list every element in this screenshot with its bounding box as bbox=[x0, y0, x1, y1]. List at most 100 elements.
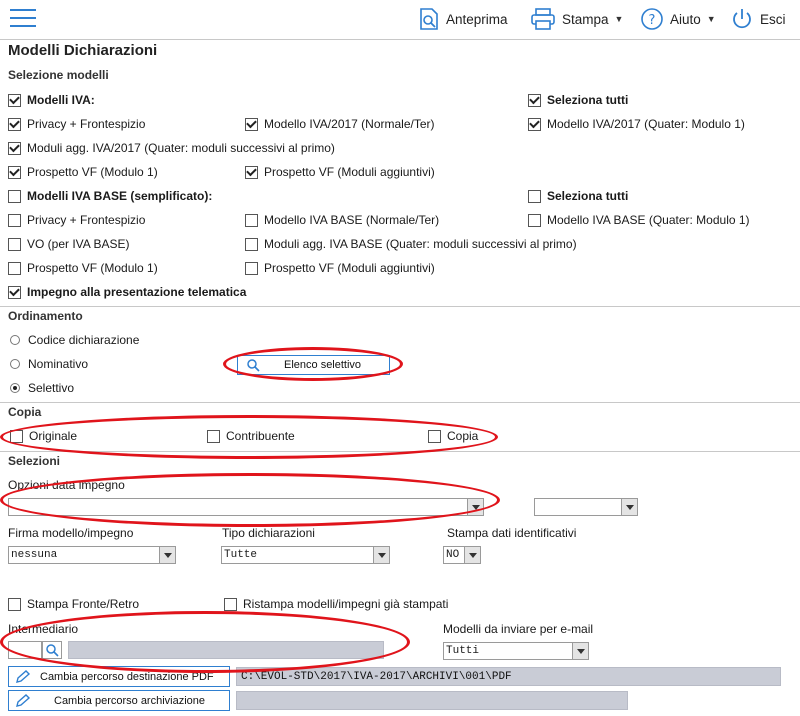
checkbox-label: Copia bbox=[447, 429, 479, 443]
opzioni-data-impegno-select[interactable] bbox=[8, 498, 484, 516]
moduli-agg-iva-checkbox[interactable]: Moduli agg. IVA/2017 (Quater: moduli suc… bbox=[8, 141, 335, 155]
modello-iva-normale-checkbox[interactable]: Modello IVA/2017 (Normale/Ter) bbox=[245, 117, 435, 131]
modelli-iva-label: Modelli IVA: bbox=[27, 93, 95, 107]
modelli-email-label: Modelli da inviare per e-mail bbox=[443, 622, 594, 636]
divider bbox=[0, 402, 800, 403]
base-prospetto-vf-aggiuntivi-checkbox[interactable]: Prospetto VF (Moduli aggiuntivi) bbox=[245, 261, 435, 275]
prospetto-vf-aggiuntivi-checkbox[interactable]: Prospetto VF (Moduli aggiuntivi) bbox=[245, 165, 435, 179]
svg-text:?: ? bbox=[649, 13, 656, 28]
prospetto-vf-modulo1-checkbox[interactable]: Prospetto VF (Modulo 1) bbox=[8, 165, 158, 179]
selezioni-label: Selezioni bbox=[8, 454, 61, 468]
radio-codice-dichiarazione[interactable]: Codice dichiarazione bbox=[10, 333, 139, 347]
cambia-percorso-pdf-label: Cambia percorso destinazione PDF bbox=[40, 670, 214, 683]
firma-modello-select[interactable]: nessuna bbox=[8, 546, 176, 564]
cambia-percorso-pdf-button[interactable]: Cambia percorso destinazione PDF bbox=[8, 666, 230, 687]
help-icon: ? bbox=[641, 8, 663, 30]
select-value: NO bbox=[446, 549, 460, 561]
menu-icon[interactable] bbox=[10, 9, 36, 29]
modelli-email-select[interactable]: Tutti bbox=[443, 642, 589, 660]
pencil-icon bbox=[16, 693, 31, 707]
intermediario-code-input[interactable] bbox=[8, 641, 42, 659]
copia-originale-checkbox[interactable]: Originale bbox=[10, 429, 77, 443]
anteprima-button[interactable]: Anteprima bbox=[418, 6, 508, 32]
stampa-fronte-retro-checkbox[interactable]: Stampa Fronte/Retro bbox=[8, 597, 139, 611]
radio-nominativo[interactable]: Nominativo bbox=[10, 357, 88, 371]
checkbox-label: Contribuente bbox=[226, 429, 295, 443]
checkbox-label: Modello IVA/2017 (Quater: Modulo 1) bbox=[547, 117, 745, 131]
copia-copia-checkbox[interactable]: Copia bbox=[428, 429, 478, 443]
intermediario-label: Intermediario bbox=[8, 622, 79, 636]
base-prospetto-vf-modulo1-checkbox[interactable]: Prospetto VF (Modulo 1) bbox=[8, 261, 158, 275]
checkbox-label: Prospetto VF (Modulo 1) bbox=[27, 261, 158, 275]
ordinamento-label: Ordinamento bbox=[8, 309, 83, 323]
copia-label: Copia bbox=[8, 405, 42, 419]
copia-contribuente-checkbox[interactable]: Contribuente bbox=[207, 429, 295, 443]
radio-label: Codice dichiarazione bbox=[28, 333, 140, 347]
chevron-down-icon bbox=[572, 643, 588, 659]
privacy-frontespizio-checkbox[interactable]: Privacy + Frontespizio bbox=[8, 117, 145, 131]
divider bbox=[0, 306, 800, 307]
stampa-button[interactable]: Stampa ▼ bbox=[530, 6, 623, 32]
checkbox-label: Prospetto VF (Moduli aggiuntivi) bbox=[264, 261, 435, 275]
esci-label: Esci bbox=[760, 11, 786, 27]
modello-iva-quater-checkbox[interactable]: Modello IVA/2017 (Quater: Modulo 1) bbox=[528, 117, 745, 131]
archiviazione-path-field bbox=[236, 691, 628, 710]
aiuto-label: Aiuto bbox=[670, 11, 701, 27]
chevron-down-icon bbox=[621, 499, 637, 515]
stampa-label: Stampa bbox=[562, 11, 609, 27]
intermediario-search-button[interactable] bbox=[42, 641, 62, 659]
seleziona-tutti-label: Seleziona tutti bbox=[547, 93, 629, 107]
checkbox-label: Modello IVA/2017 (Normale/Ter) bbox=[264, 117, 435, 131]
checkbox-label: Impegno alla presentazione telematica bbox=[27, 285, 247, 299]
tipo-dichiarazioni-label: Tipo dichiarazioni bbox=[222, 526, 315, 540]
chevron-down-icon bbox=[464, 547, 480, 563]
modelli-iva-base-checkbox[interactable]: Modelli IVA BASE (semplificato): bbox=[8, 189, 212, 203]
radio-selettivo[interactable]: Selettivo bbox=[10, 381, 74, 395]
search-icon bbox=[247, 359, 260, 372]
vo-iva-base-checkbox[interactable]: VO (per IVA BASE) bbox=[8, 237, 129, 251]
firma-modello-label: Firma modello/impegno bbox=[8, 526, 134, 540]
data-impegno-secondary-select[interactable] bbox=[534, 498, 638, 516]
printer-icon bbox=[531, 8, 555, 30]
chevron-down-icon bbox=[159, 547, 175, 563]
search-icon bbox=[46, 644, 59, 657]
base-quater-checkbox[interactable]: Modello IVA BASE (Quater: Modulo 1) bbox=[528, 213, 750, 227]
checkbox-label: Prospetto VF (Modulo 1) bbox=[27, 165, 158, 179]
opzioni-data-impegno-label: Opzioni data impegno bbox=[8, 478, 125, 492]
base-moduli-agg-checkbox[interactable]: Moduli agg. IVA BASE (Quater: moduli suc… bbox=[245, 237, 577, 251]
power-icon bbox=[733, 9, 751, 29]
tipo-dichiarazioni-select[interactable]: Tutte bbox=[221, 546, 390, 564]
modelli-iva-checkbox[interactable]: Modelli IVA: bbox=[8, 93, 95, 107]
chevron-down-icon: ▼ bbox=[614, 14, 624, 24]
impegno-telematica-checkbox[interactable]: Impegno alla presentazione telematica bbox=[8, 285, 246, 299]
checkbox-label: Modello IVA BASE (Normale/Ter) bbox=[264, 213, 440, 227]
base-normale-checkbox[interactable]: Modello IVA BASE (Normale/Ter) bbox=[245, 213, 439, 227]
cambia-percorso-archiviazione-button[interactable]: Cambia percorso archiviazione bbox=[8, 690, 230, 711]
seleziona-tutti-iva-checkbox[interactable]: Seleziona tutti bbox=[528, 93, 628, 107]
checkbox-label: Originale bbox=[29, 429, 78, 443]
ristampa-checkbox[interactable]: Ristampa modelli/impegni già stampati bbox=[224, 597, 448, 611]
radio-label: Nominativo bbox=[28, 357, 89, 371]
checkbox-label: Privacy + Frontespizio bbox=[27, 213, 146, 227]
modelli-iva-base-label: Modelli IVA BASE (semplificato): bbox=[27, 189, 213, 203]
esci-button[interactable]: Esci bbox=[730, 6, 786, 32]
stampa-dati-label: Stampa dati identificativi bbox=[447, 526, 577, 540]
page-title: Modelli Dichiarazioni bbox=[8, 42, 158, 59]
intermediario-name-field bbox=[68, 641, 384, 659]
checkbox-label: Ristampa modelli/impegni già stampati bbox=[243, 597, 449, 611]
select-value: nessuna bbox=[11, 549, 58, 561]
aiuto-button[interactable]: ? Aiuto ▼ bbox=[640, 6, 716, 32]
select-value: Tutte bbox=[224, 549, 258, 561]
preview-icon bbox=[420, 8, 438, 30]
checkbox-label: Moduli agg. IVA BASE (Quater: moduli suc… bbox=[264, 237, 577, 251]
divider bbox=[0, 451, 800, 452]
checkbox-label: Stampa Fronte/Retro bbox=[27, 597, 140, 611]
base-privacy-checkbox[interactable]: Privacy + Frontespizio bbox=[8, 213, 145, 227]
chevron-down-icon bbox=[467, 499, 483, 515]
seleziona-tutti-base-checkbox[interactable]: Seleziona tutti bbox=[528, 189, 628, 203]
elenco-selettivo-button[interactable]: Elenco selettivo bbox=[237, 355, 390, 375]
stampa-dati-select[interactable]: NO bbox=[443, 546, 481, 564]
radio-label: Selettivo bbox=[28, 381, 75, 395]
elenco-selettivo-label: Elenco selettivo bbox=[284, 359, 362, 371]
checkbox-label: Moduli agg. IVA/2017 (Quater: moduli suc… bbox=[27, 141, 335, 155]
